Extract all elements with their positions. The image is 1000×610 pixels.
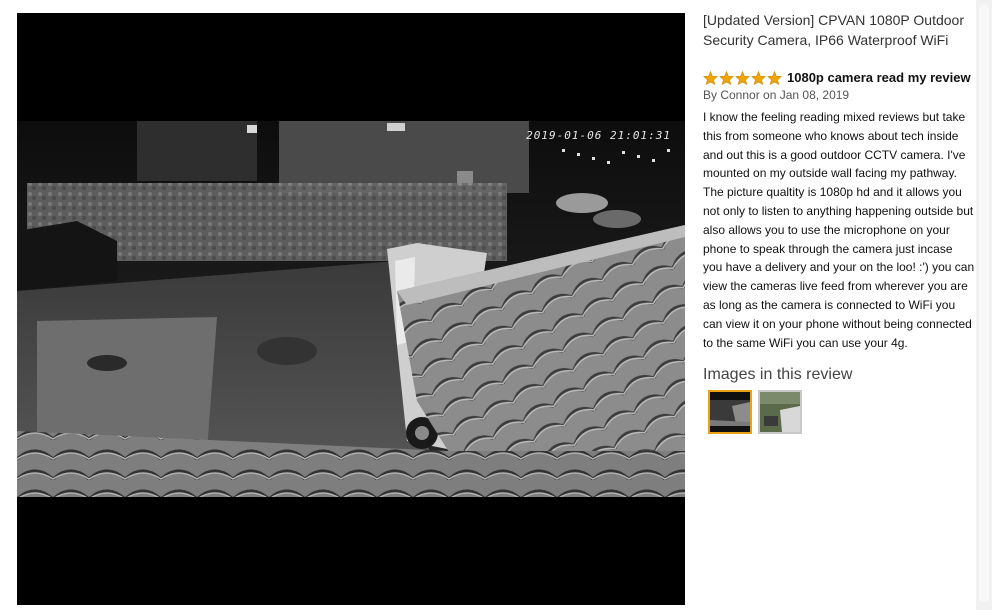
thumbnail-image — [760, 392, 800, 433]
star-rating — [703, 70, 783, 85]
star-icon — [751, 70, 766, 85]
review-byline: By Connor on Jan 08, 2019 — [703, 88, 850, 102]
image-thumbnails — [708, 390, 976, 435]
review-panel: [Updated Version] CPVAN 1080P Outdoor Se… — [700, 0, 976, 610]
review-header: 1080p camera read my review — [703, 70, 976, 85]
review-title: 1080p camera read my review — [787, 70, 971, 85]
video-timestamp: 2019-01-06 21:01:31 — [526, 129, 671, 142]
star-icon — [767, 70, 782, 85]
thumbnail-image — [710, 392, 750, 433]
media-viewer[interactable]: 2019-01-06 21:01:31 — [17, 13, 685, 605]
star-icon — [703, 70, 718, 85]
night-camera-image — [17, 121, 685, 497]
star-icon — [719, 70, 734, 85]
vertical-scrollbar[interactable] — [976, 0, 992, 610]
review-image-popup: 2019-01-06 21:01:31 [Updated Version] CP… — [0, 0, 1000, 610]
scrollbar-thumb[interactable] — [979, 4, 989, 602]
images-heading: Images in this review — [703, 366, 853, 384]
star-icon — [735, 70, 750, 85]
review-photo: 2019-01-06 21:01:31 — [17, 121, 685, 497]
review-image-thumbnail[interactable] — [708, 390, 752, 435]
review-body: I know the feeling reading mixed reviews… — [703, 110, 975, 350]
review-image-thumbnail[interactable] — [758, 390, 802, 435]
product-title-link[interactable]: [Updated Version] CPVAN 1080P Outdoor Se… — [703, 10, 976, 50]
